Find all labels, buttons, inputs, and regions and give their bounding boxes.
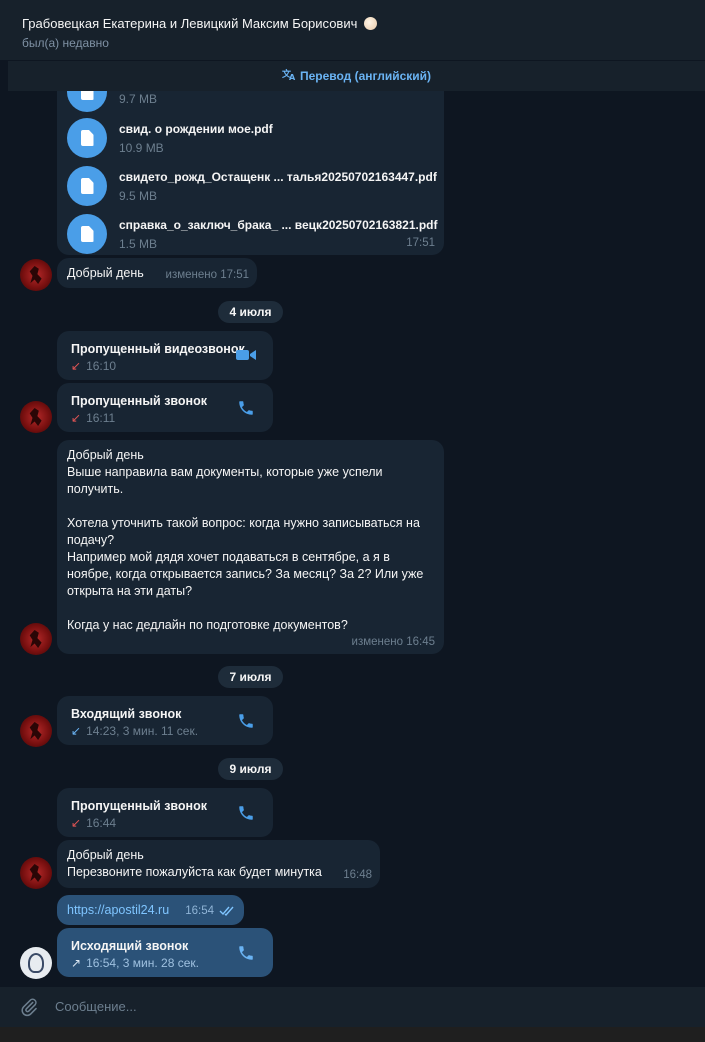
message-time: изменено 17:51 xyxy=(165,269,249,281)
message-text: Добрый день Перезвоните пожалуйста как б… xyxy=(67,848,322,879)
contact-avatar[interactable] xyxy=(20,259,52,291)
message-bubble: Добрый день Выше направила вам документы… xyxy=(57,440,444,654)
file-size: 10.9 MB xyxy=(119,141,164,155)
chat-title[interactable]: Грабовецкая Екатерина и Левицкий Максим … xyxy=(22,16,683,32)
phone-icon[interactable] xyxy=(237,944,255,967)
message-time: 16:48 xyxy=(343,869,372,881)
missed-arrow-icon: ↙ xyxy=(71,816,82,830)
message-time: 17:51 xyxy=(406,237,435,249)
chat-header[interactable]: Грабовецкая Екатерина и Левицкий Максим … xyxy=(0,0,705,60)
file-icon[interactable] xyxy=(67,166,107,206)
message-text: Добрый день Выше направила вам документы… xyxy=(67,448,424,632)
missed-video-call[interactable]: Пропущенный видеозвонок ↙ 16:10 xyxy=(57,331,273,380)
file-size: 1.5 MB xyxy=(119,237,158,251)
message-text: Добрый день xyxy=(67,266,144,280)
call-title: Входящий звонок xyxy=(71,707,182,721)
phone-icon[interactable] xyxy=(237,399,255,422)
call-info: ↙ 16:11 xyxy=(71,411,116,425)
file-item[interactable]: свид. о рождении мое.pdf 10.9 MB xyxy=(67,115,447,159)
own-avatar[interactable] xyxy=(20,947,52,979)
call-info: ↙ 14:23, 3 мин. 11 сек. xyxy=(71,724,199,738)
missed-call[interactable]: Пропущенный звонок ↙ 16:44 xyxy=(57,788,273,837)
video-camera-icon[interactable] xyxy=(235,347,257,368)
outgoing-message: https://apostil24.ru 16:54 xyxy=(57,895,244,925)
file-item[interactable]: справка_о_заключ_брака_ ... вецк20250702… xyxy=(67,211,447,255)
file-icon[interactable] xyxy=(67,91,107,112)
missed-arrow-icon: ↙ xyxy=(71,359,82,373)
message-input[interactable]: Сообщение... xyxy=(55,999,137,1014)
file-name[interactable]: свидето_рожд_Остащенк ... талья202507021… xyxy=(119,170,437,184)
double-check-icon xyxy=(219,904,237,922)
files-message: 9.7 MB свид. о рождении мое.pdf 10.9 MB … xyxy=(57,91,444,255)
file-size: 9.5 MB xyxy=(119,189,158,203)
call-title: Пропущенный видеозвонок xyxy=(71,342,245,356)
contact-avatar[interactable] xyxy=(20,623,52,655)
translate-icon: 文A xyxy=(281,68,296,84)
contact-avatar[interactable] xyxy=(20,715,52,747)
message-list[interactable]: 9.7 MB свид. о рождении мое.pdf 10.9 MB … xyxy=(0,91,705,987)
bottom-strip xyxy=(0,1027,705,1042)
file-icon[interactable] xyxy=(67,118,107,158)
chat-status: был(а) недавно xyxy=(22,36,109,50)
attach-icon[interactable] xyxy=(19,997,39,1017)
message-composer[interactable]: Сообщение... xyxy=(0,987,705,1027)
call-info: ↙ 16:10 xyxy=(71,359,117,373)
outgoing-call[interactable]: Исходящий звонок ↗ 16:54, 3 мин. 28 сек. xyxy=(57,928,273,977)
message-time: изменено 16:45 xyxy=(351,636,435,648)
missed-call[interactable]: Пропущенный звонок ↙ 16:11 xyxy=(57,383,273,432)
message-link[interactable]: https://apostil24.ru xyxy=(67,902,169,919)
file-size: 9.7 MB xyxy=(119,92,158,106)
message-bubble: Добрый день Перезвоните пожалуйста как б… xyxy=(57,840,380,888)
message-time: 16:54 xyxy=(185,905,214,917)
call-info: ↙ 16:44 xyxy=(71,816,117,830)
phone-icon[interactable] xyxy=(237,804,255,827)
phone-icon[interactable] xyxy=(237,712,255,735)
translate-label[interactable]: Перевод (английский) xyxy=(300,69,431,83)
file-name[interactable]: справка_о_заключ_брака_ ... вецк20250702… xyxy=(119,218,438,232)
translate-bar[interactable]: 文A Перевод (английский) xyxy=(8,60,705,91)
incoming-arrow-icon: ↙ xyxy=(71,724,82,738)
file-item[interactable]: свидето_рожд_Остащенк ... талья202507021… xyxy=(67,163,447,207)
date-separator: 4 июля xyxy=(218,301,283,323)
contact-avatar[interactable] xyxy=(20,857,52,889)
message-bubble: Добрый день изменено 17:51 xyxy=(57,258,257,288)
date-separator: 9 июля xyxy=(218,758,283,780)
svg-text:A: A xyxy=(289,73,296,81)
call-title: Исходящий звонок xyxy=(71,939,189,953)
file-name[interactable]: свид. о рождении мое.pdf xyxy=(119,122,273,136)
call-title: Пропущенный звонок xyxy=(71,394,207,408)
outgoing-arrow-icon: ↗ xyxy=(71,956,82,970)
file-icon[interactable] xyxy=(67,214,107,254)
emoji-icon xyxy=(364,17,377,30)
missed-arrow-icon: ↙ xyxy=(71,411,82,425)
call-info: ↗ 16:54, 3 мин. 28 сек. xyxy=(71,956,199,970)
date-separator: 7 июля xyxy=(218,666,283,688)
file-item[interactable]: 9.7 MB xyxy=(67,91,447,113)
call-title: Пропущенный звонок xyxy=(71,799,207,813)
incoming-call[interactable]: Входящий звонок ↙ 14:23, 3 мин. 11 сек. xyxy=(57,696,273,745)
contact-avatar[interactable] xyxy=(20,401,52,433)
